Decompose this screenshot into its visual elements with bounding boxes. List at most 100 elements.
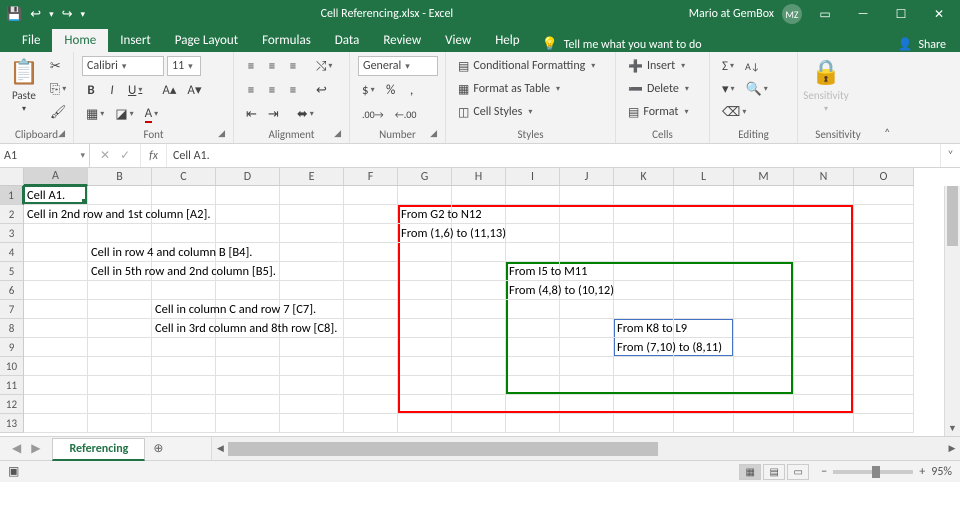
cell[interactable] [344,262,398,281]
cell[interactable] [344,338,398,357]
comma-button[interactable]: , [403,80,421,100]
cell[interactable] [88,186,152,205]
number-format-combo[interactable]: General▾ [358,56,438,76]
save-icon[interactable]: 💾 [6,7,22,22]
cell[interactable] [344,395,398,414]
decrease-decimal-button[interactable]: ←.00 [391,104,421,124]
shrink-font-button[interactable]: A▾ [183,80,205,100]
cell[interactable] [398,300,452,319]
find-select-button[interactable]: 🔍▾ [742,79,772,99]
row-header[interactable]: 7 [0,300,24,319]
cell[interactable] [152,338,216,357]
page-break-view-button[interactable]: ▭ [787,464,809,480]
cell[interactable] [674,243,734,262]
column-header[interactable]: E [280,168,344,186]
share-button[interactable]: 👤 Share [897,37,946,52]
cell[interactable] [24,376,88,395]
cell[interactable] [614,414,674,433]
cell[interactable] [88,281,152,300]
cell[interactable] [614,395,674,414]
tab-data[interactable]: Data [323,29,372,52]
cell[interactable] [452,262,506,281]
cell[interactable] [734,376,794,395]
cell[interactable] [614,186,674,205]
cell[interactable] [614,243,674,262]
cell[interactable] [452,300,506,319]
formula-input[interactable]: Cell A1. [167,144,940,167]
cell[interactable] [560,243,614,262]
minimize-icon[interactable]: — [848,7,878,21]
conditional-formatting-button[interactable]: ▤Conditional Formatting▾ [454,56,599,76]
cell[interactable]: Cell in row 4 and column B [B4]. [88,243,152,262]
font-launcher-icon[interactable]: ◢ [218,128,225,139]
cell[interactable] [794,357,854,376]
cell[interactable] [344,205,398,224]
name-box[interactable]: A1▾ [0,144,90,167]
cell[interactable] [794,300,854,319]
cell[interactable]: From K8 to L9 [614,319,674,338]
column-header[interactable]: B [88,168,152,186]
cell[interactable] [216,376,280,395]
cell[interactable] [344,243,398,262]
clear-button[interactable]: ⌫▾ [718,102,750,122]
tab-formulas[interactable]: Formulas [250,29,323,52]
row-header[interactable]: 8 [0,319,24,338]
column-header[interactable]: A [24,168,88,186]
cell[interactable] [560,224,614,243]
maximize-icon[interactable]: ☐ [886,7,916,22]
expand-formula-bar-icon[interactable]: ˅ [940,144,960,167]
copy-button[interactable]: ⎘▾ [46,79,70,99]
cell[interactable] [674,357,734,376]
cell[interactable] [24,224,88,243]
cell[interactable] [88,300,152,319]
cell[interactable] [854,243,914,262]
cell[interactable] [614,300,674,319]
accounting-button[interactable]: $▾ [358,80,379,100]
cell[interactable] [452,338,506,357]
cell[interactable] [560,338,614,357]
bold-button[interactable]: B [82,80,100,100]
cell[interactable] [216,224,280,243]
enter-formula-icon[interactable]: ✓ [120,148,130,163]
undo-icon[interactable]: ↩ [30,7,41,22]
cell[interactable] [854,262,914,281]
cell[interactable] [794,376,854,395]
cell[interactable] [854,186,914,205]
cell[interactable] [794,414,854,433]
increase-indent-button[interactable]: ⇥ [264,104,283,124]
row-header[interactable]: 3 [0,224,24,243]
cell[interactable] [854,395,914,414]
cell[interactable] [854,338,914,357]
scroll-down-icon[interactable]: ▼ [945,420,960,436]
cell[interactable] [398,414,452,433]
cell[interactable] [152,186,216,205]
cell[interactable] [674,224,734,243]
increase-decimal-button[interactable]: .00→ [358,104,388,124]
format-painter-button[interactable]: 🖌 [46,102,71,122]
cell[interactable]: From (4,8) to (10,12) [506,281,560,300]
cell[interactable] [734,186,794,205]
cell[interactable] [344,186,398,205]
cell[interactable] [24,281,88,300]
cell[interactable] [560,186,614,205]
fill-color-button[interactable]: ◪▾ [111,104,137,124]
redo-icon[interactable]: ↪ [62,7,73,22]
cell[interactable] [506,376,560,395]
cell[interactable] [734,395,794,414]
cell[interactable] [506,319,560,338]
tab-file[interactable]: File [10,29,52,52]
cell[interactable] [614,205,674,224]
cell[interactable] [794,338,854,357]
cell[interactable]: Cell A1. [24,186,88,205]
cell[interactable] [794,281,854,300]
cell[interactable] [614,281,674,300]
row-header[interactable]: 6 [0,281,24,300]
cancel-formula-icon[interactable]: ✕ [100,148,110,163]
column-header[interactable]: N [794,168,854,186]
column-header[interactable]: L [674,168,734,186]
font-size-combo[interactable]: 11▾ [167,56,201,76]
align-middle-button[interactable]: ≡ [263,56,281,76]
row-header[interactable]: 2 [0,205,24,224]
cell[interactable] [734,205,794,224]
font-color-button[interactable]: A▾ [141,104,163,124]
